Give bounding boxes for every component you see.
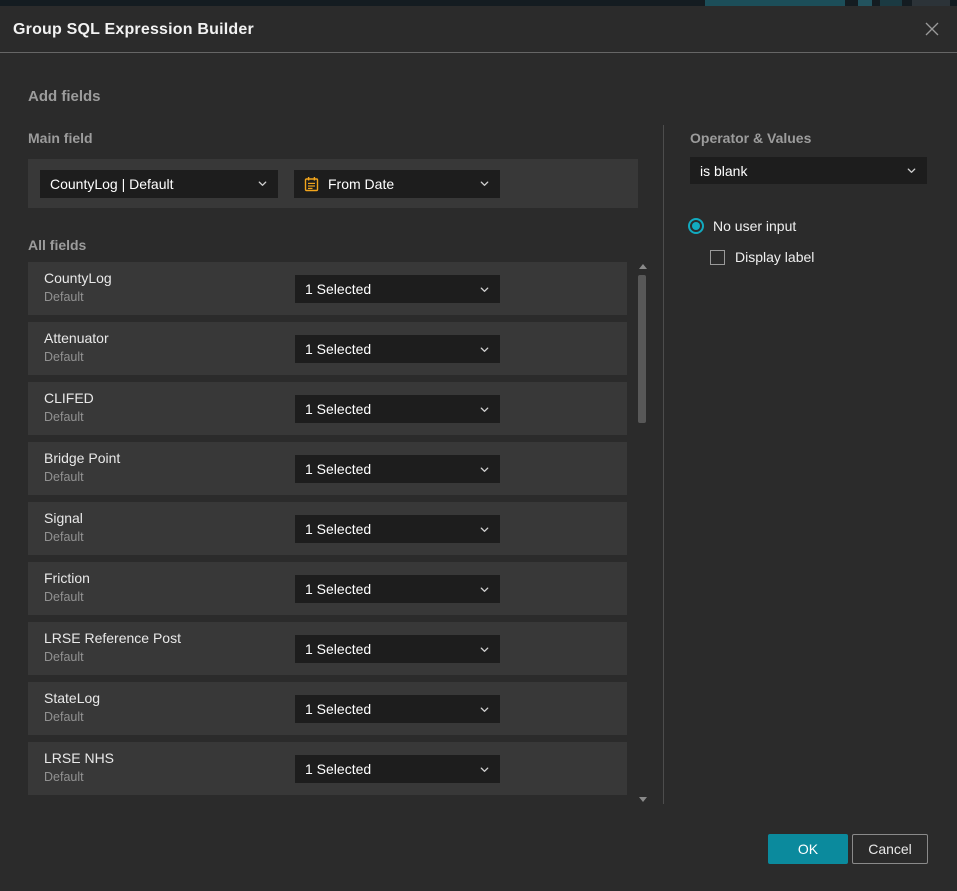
field-row-selected-count: 1 Selected [305, 461, 471, 477]
scroll-down-arrow-icon[interactable] [639, 797, 647, 802]
field-row-selected-count: 1 Selected [305, 341, 471, 357]
chevron-down-icon [479, 284, 490, 295]
chevron-down-icon [906, 165, 917, 176]
field-row: CountyLog Default 1 Selected [28, 262, 627, 315]
main-field-select[interactable]: From Date [294, 170, 500, 198]
field-row-selected-count: 1 Selected [305, 761, 471, 777]
field-row-selected-dropdown[interactable]: 1 Selected [295, 335, 500, 363]
field-row-selected-dropdown[interactable]: 1 Selected [295, 635, 500, 663]
field-row: Bridge Point Default 1 Selected [28, 442, 627, 495]
chevron-down-icon [479, 764, 490, 775]
main-layer-select-value: CountyLog | Default [50, 176, 249, 192]
main-layer-select[interactable]: CountyLog | Default [40, 170, 278, 198]
main-field-panel: CountyLog | Default From Date [28, 159, 638, 208]
field-row-selected-dropdown[interactable]: 1 Selected [295, 695, 500, 723]
all-fields-list: CountyLog Default 1 Selected Attenuator … [28, 262, 627, 802]
field-row-selected-count: 1 Selected [305, 641, 471, 657]
no-user-input-radio[interactable]: No user input [688, 218, 796, 234]
display-label-checkbox[interactable]: Display label [710, 249, 814, 265]
field-row-selected-dropdown[interactable]: 1 Selected [295, 515, 500, 543]
chevron-down-icon [479, 584, 490, 595]
field-row-selected-dropdown[interactable]: 1 Selected [295, 575, 500, 603]
all-fields-label: All fields [28, 237, 86, 253]
field-row-selected-count: 1 Selected [305, 281, 471, 297]
field-row-selected-dropdown[interactable]: 1 Selected [295, 455, 500, 483]
main-field-label: Main field [28, 130, 93, 146]
chevron-down-icon [479, 644, 490, 655]
chevron-down-icon [479, 178, 490, 189]
list-scrollbar[interactable] [638, 262, 648, 804]
chevron-down-icon [479, 704, 490, 715]
chevron-down-icon [257, 178, 268, 189]
no-user-input-label: No user input [713, 218, 796, 234]
scroll-up-arrow-icon[interactable] [639, 264, 647, 269]
dialog-header: Group SQL Expression Builder [0, 6, 957, 53]
field-row-selected-dropdown[interactable]: 1 Selected [295, 755, 500, 783]
cancel-button[interactable]: Cancel [852, 834, 928, 864]
close-icon[interactable] [923, 20, 941, 38]
field-row: LRSE Reference Post Default 1 Selected [28, 622, 627, 675]
field-row-selected-count: 1 Selected [305, 701, 471, 717]
field-row-selected-count: 1 Selected [305, 521, 471, 537]
dialog-title: Group SQL Expression Builder [13, 6, 254, 53]
display-label-label: Display label [735, 249, 814, 265]
field-row-selected-dropdown[interactable]: 1 Selected [295, 395, 500, 423]
scrollbar-thumb[interactable] [638, 275, 646, 423]
operator-select[interactable]: is blank [690, 157, 927, 184]
field-row: CLIFED Default 1 Selected [28, 382, 627, 435]
calendar-date-icon [304, 176, 319, 192]
ok-button[interactable]: OK [768, 834, 848, 864]
group-sql-expression-builder-dialog: Group SQL Expression Builder Add fields … [0, 6, 957, 891]
chevron-down-icon [479, 524, 490, 535]
checkbox-unchecked-icon [710, 250, 725, 265]
field-row-selected-dropdown[interactable]: 1 Selected [295, 275, 500, 303]
field-row: StateLog Default 1 Selected [28, 682, 627, 735]
main-field-select-value: From Date [328, 176, 471, 192]
field-row-selected-count: 1 Selected [305, 581, 471, 597]
chevron-down-icon [479, 464, 490, 475]
field-row: LRSE NHS Default 1 Selected [28, 742, 627, 795]
field-row: Attenuator Default 1 Selected [28, 322, 627, 375]
radio-selected-icon [688, 218, 704, 234]
field-row: Signal Default 1 Selected [28, 502, 627, 555]
field-row-selected-count: 1 Selected [305, 401, 471, 417]
chevron-down-icon [479, 344, 490, 355]
chevron-down-icon [479, 404, 490, 415]
screen: Group SQL Expression Builder Add fields … [0, 0, 957, 891]
add-fields-heading: Add fields [28, 88, 101, 105]
column-divider [663, 125, 664, 804]
operator-values-label: Operator & Values [690, 130, 811, 146]
operator-select-value: is blank [700, 163, 898, 179]
field-row: Friction Default 1 Selected [28, 562, 627, 615]
